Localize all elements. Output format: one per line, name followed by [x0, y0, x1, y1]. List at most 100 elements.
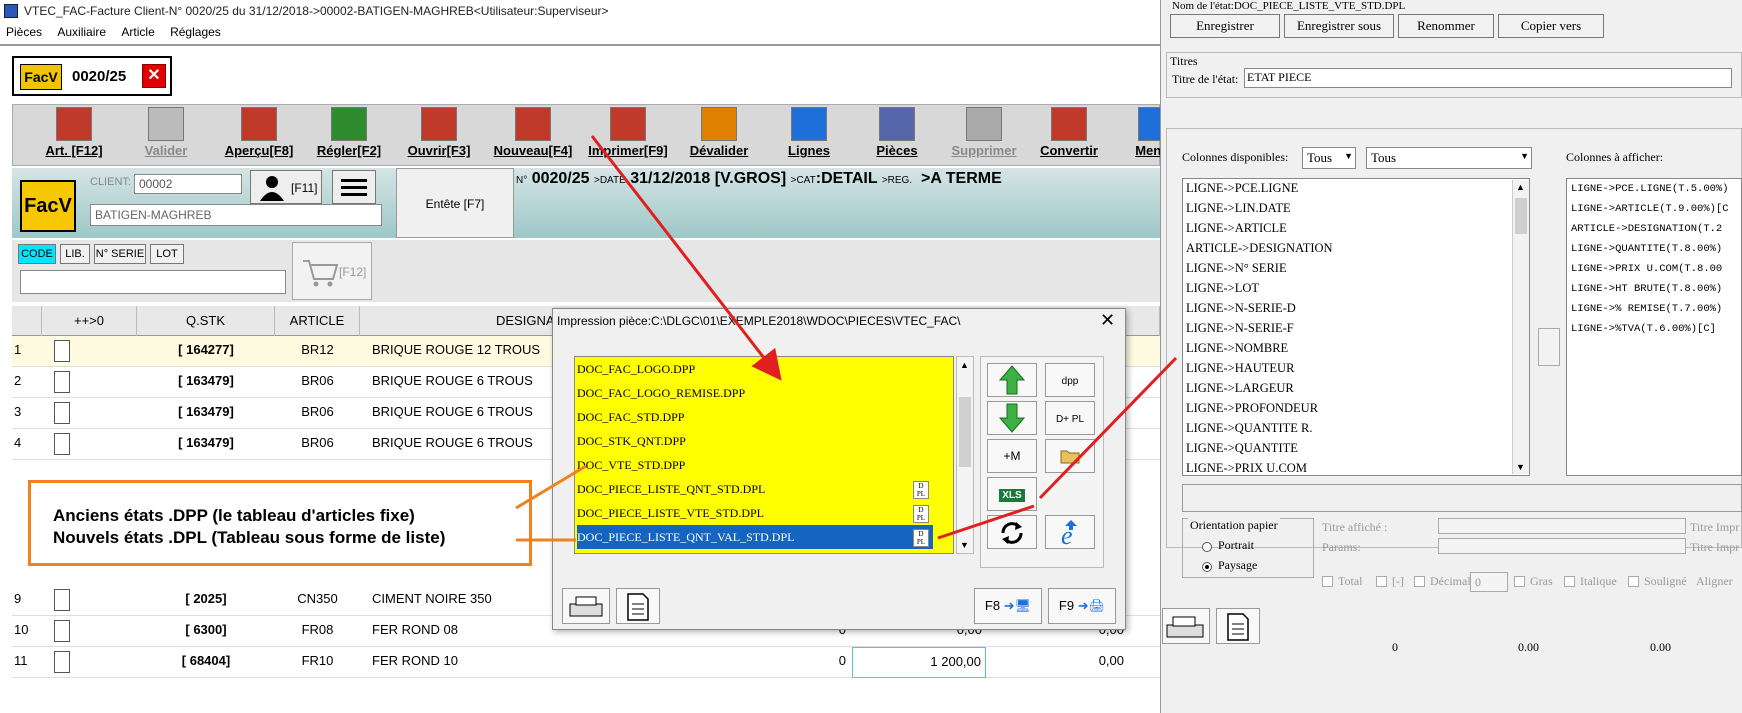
filter-serie-button[interactable]: N° SERIE	[94, 244, 146, 264]
portrait-radio[interactable]	[1202, 542, 1212, 552]
filter-lib-button[interactable]: LIB.	[60, 244, 90, 264]
toolbar-button-9[interactable]: Pièces	[854, 107, 940, 165]
export-xls-button[interactable]: XLS	[987, 477, 1037, 511]
report-list-item[interactable]: DOC_PIECE_LISTE_VTE_STD.DPL D PL	[577, 501, 933, 525]
toolbar-button-0[interactable]: Art. [F12]	[31, 107, 117, 165]
open-folder-button[interactable]	[1045, 439, 1095, 473]
client-name-field[interactable]: BATIGEN-MAGHREB	[90, 204, 382, 226]
report-list-item[interactable]: DOC_STK_QNT.DPP	[577, 429, 933, 453]
entete-button[interactable]: Entête [F7]	[396, 168, 514, 238]
decimales-stepper[interactable]: 0	[1470, 572, 1508, 592]
import-button[interactable]: +M	[987, 439, 1037, 473]
column-category-select[interactable]: Tous ▼	[1366, 147, 1532, 169]
toolbar-button-2[interactable]: Aperçu[F8]	[216, 107, 302, 165]
move-down-button[interactable]	[987, 401, 1037, 435]
row-checkbox[interactable]	[54, 620, 70, 642]
dialog-close-icon[interactable]: ✕	[1100, 310, 1115, 331]
report-title-input[interactable]: ETAT PIECE	[1244, 68, 1732, 88]
column-filter-select[interactable]: Tous ▼	[1302, 147, 1356, 169]
save-as-button[interactable]: Enregistrer sous	[1284, 14, 1394, 38]
new-dpp-button[interactable]: dpp	[1045, 363, 1095, 397]
hamburger-button[interactable]	[332, 170, 376, 204]
add-column-button[interactable]	[1538, 328, 1560, 366]
bracket-checkbox[interactable]	[1376, 576, 1387, 587]
toolbar-button-11[interactable]: Convertir	[1026, 107, 1112, 165]
available-column-item[interactable]: LIGNE->PRIX U.COM	[1186, 461, 1307, 475]
menu-pieces[interactable]: Pièces	[0, 22, 48, 42]
row-checkbox[interactable]	[54, 371, 70, 393]
bold-checkbox[interactable]	[1514, 576, 1525, 587]
report-list-item[interactable]: DOC_PIECE_LISTE_QNT_VAL_STD.DPL D PL	[577, 525, 933, 549]
available-column-item[interactable]: LIGNE->N° SERIE	[1186, 261, 1287, 276]
print-f9-button[interactable]: F9 ➜🖨	[1048, 588, 1116, 624]
filter-code-button[interactable]: CODE	[18, 244, 56, 264]
row-checkbox[interactable]	[54, 402, 70, 424]
available-column-item[interactable]: LIGNE->QUANTITE	[1186, 441, 1298, 456]
report-list-item[interactable]: DOC_VTE_STD.DPP	[577, 453, 933, 477]
available-column-item[interactable]: LIGNE->NOMBRE	[1186, 341, 1288, 356]
available-column-item[interactable]: ARTICLE->DESIGNATION	[1186, 241, 1333, 256]
col-select[interactable]: ++>0	[42, 306, 137, 336]
report-list-item[interactable]: DOC_PIECE_LISTE_QNT_STD.DPL D PL	[577, 477, 933, 501]
available-column-item[interactable]: LIGNE->LOT	[1186, 281, 1259, 296]
menu-reglages[interactable]: Réglages	[164, 22, 227, 42]
toolbar-button-3[interactable]: Régler[F2]	[306, 107, 392, 165]
document-tab[interactable]: FacV 0020/25 ✕	[12, 56, 172, 96]
available-columns-scrollbar[interactable]: ▲ ▼	[1512, 180, 1529, 474]
menu-article[interactable]: Article	[115, 22, 160, 42]
shown-column-item[interactable]: LIGNE->QUANTITE(T.8.00%)	[1571, 243, 1722, 255]
available-column-item[interactable]: LIGNE->N-SERIE-F	[1186, 321, 1294, 336]
row-checkbox[interactable]	[54, 589, 70, 611]
available-column-item[interactable]: LIGNE->ARTICLE	[1186, 221, 1287, 236]
decimales-checkbox[interactable]	[1414, 576, 1425, 587]
available-column-item[interactable]: LIGNE->LARGEUR	[1186, 381, 1294, 396]
table-row[interactable]: 11 [ 68404] FR10 FER ROND 10 0 1 200,00 0,00	[12, 647, 1160, 678]
copy-to-button[interactable]: Copier vers	[1498, 14, 1604, 38]
titre-affiche-input[interactable]	[1438, 518, 1686, 534]
available-column-item[interactable]: LIGNE->QUANTITE R.	[1186, 421, 1312, 436]
shown-column-item[interactable]: LIGNE->PRIX U.COM(T.8.00	[1571, 263, 1722, 275]
available-column-item[interactable]: LIGNE->PROFONDEUR	[1186, 401, 1318, 416]
available-column-item[interactable]: LIGNE->HAUTEUR	[1186, 361, 1294, 376]
browser-button[interactable]: e	[1045, 515, 1095, 550]
toolbar-button-8[interactable]: Lignes	[766, 107, 852, 165]
toolbar-button-5[interactable]: Nouveau[F4]	[490, 107, 576, 165]
row-checkbox[interactable]	[54, 340, 70, 362]
search-input[interactable]	[20, 270, 286, 294]
shown-column-item[interactable]: ARTICLE->DESIGNATION(T.2	[1571, 223, 1722, 235]
refresh-button[interactable]	[987, 515, 1037, 549]
document-button[interactable]	[616, 588, 660, 624]
printer-setup-button[interactable]	[562, 588, 610, 624]
underline-checkbox[interactable]	[1628, 576, 1639, 587]
shown-column-item[interactable]: LIGNE->%TVA(T.6.00%)[C]	[1571, 323, 1716, 335]
toolbar-button-4[interactable]: Ouvrir[F3]	[396, 107, 482, 165]
toolbar-button-10[interactable]: Supprimer	[941, 107, 1027, 165]
params-input[interactable]	[1438, 538, 1686, 554]
document-button-2[interactable]	[1216, 608, 1260, 644]
close-tab-button[interactable]: ✕	[142, 64, 166, 88]
col-article[interactable]: ARTICLE	[275, 306, 360, 336]
rename-button[interactable]: Renommer	[1398, 14, 1494, 38]
shown-column-item[interactable]: LIGNE->ARTICLE(T.9.00%)[C	[1571, 203, 1729, 215]
client-code-field[interactable]: 00002	[134, 174, 242, 194]
available-column-item[interactable]: LIGNE->LIN.DATE	[1186, 201, 1291, 216]
shown-column-item[interactable]: LIGNE->PCE.LIGNE(T.5.00%)	[1571, 183, 1729, 195]
save-button[interactable]: Enregistrer	[1170, 14, 1280, 38]
available-column-item[interactable]: LIGNE->N-SERIE-D	[1186, 301, 1296, 316]
available-columns-list[interactable]: LIGNE->PCE.LIGNE LIGNE->LIN.DATE LIGNE->AR…	[1182, 178, 1530, 476]
menu-auxiliaire[interactable]: Auxiliaire	[51, 22, 112, 42]
row-checkbox[interactable]	[54, 433, 70, 455]
preview-f8-button[interactable]: F8 ➜🖥	[974, 588, 1042, 624]
client-lookup-button[interactable]: [F11]	[250, 170, 322, 204]
toolbar-button-7[interactable]: Dévalider	[676, 107, 762, 165]
shown-column-item[interactable]: LIGNE->% REMISE(T.7.00%)	[1571, 303, 1722, 315]
report-list-item[interactable]: DOC_FAC_LOGO.DPP	[577, 357, 933, 381]
available-column-item[interactable]: LIGNE->PCE.LIGNE	[1186, 181, 1298, 196]
new-dpl-button[interactable]: D+ PL	[1045, 401, 1095, 435]
italic-checkbox[interactable]	[1564, 576, 1575, 587]
total-checkbox[interactable]	[1322, 576, 1333, 587]
move-up-button[interactable]	[987, 363, 1037, 397]
printer-setup-button-2[interactable]	[1162, 608, 1210, 644]
report-list-item[interactable]: DOC_FAC_LOGO_REMISE.DPP	[577, 381, 933, 405]
col-qstk[interactable]: Q.STK	[137, 306, 275, 336]
